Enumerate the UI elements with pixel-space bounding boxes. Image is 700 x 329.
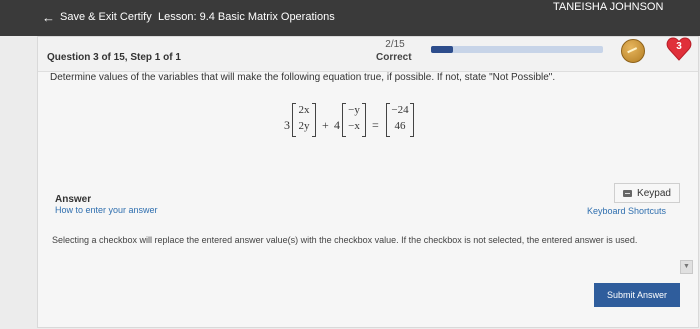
keypad-button[interactable]: Keypad bbox=[614, 183, 680, 203]
keyboard-shortcuts-link[interactable]: Keyboard Shortcuts bbox=[587, 206, 666, 216]
matrix-3-top: −24 bbox=[391, 104, 409, 116]
matrix-1-bottom: 2y bbox=[298, 120, 310, 132]
top-bar: ← Save & Exit Certify Lesson: 9.4 Basic … bbox=[0, 0, 700, 36]
matrix-3-bottom: 46 bbox=[394, 120, 406, 132]
matrix-equation: 3 2x 2y + 4 −y −x = −24 46 bbox=[272, 98, 472, 144]
progress-bar bbox=[431, 46, 603, 53]
how-to-enter-link[interactable]: How to enter your answer bbox=[55, 205, 158, 215]
heart-icon: 3 bbox=[666, 37, 692, 61]
question-title: Question 3 of 15, Step 1 of 1 bbox=[47, 52, 181, 63]
keypad-icon bbox=[623, 189, 633, 197]
progress-count: 2/15 bbox=[385, 39, 405, 50]
streak-count: 3 bbox=[676, 41, 682, 52]
lesson-title: Lesson: 9.4 Basic Matrix Operations bbox=[158, 11, 335, 23]
matrix-1: 2x 2y bbox=[292, 103, 316, 137]
checkbox-note: Selecting a checkbox will replace the en… bbox=[52, 235, 638, 245]
submit-answer-button[interactable]: Submit Answer bbox=[594, 283, 680, 307]
coin-icon[interactable] bbox=[621, 39, 645, 63]
scalar-1: 3 bbox=[284, 118, 290, 132]
matrix-2-top: −y bbox=[348, 104, 360, 116]
save-exit-button[interactable]: ← Save & Exit Certify bbox=[42, 9, 152, 25]
matrix-2-bottom: −x bbox=[348, 120, 360, 132]
progress-bar-fill bbox=[431, 46, 454, 53]
user-name[interactable]: TANEISHA JOHNSON bbox=[553, 1, 663, 13]
matrix-2: −y −x bbox=[342, 103, 366, 137]
save-exit-label: Save & Exit Certify bbox=[60, 11, 152, 23]
scroll-down-icon[interactable]: ▼ bbox=[680, 260, 693, 274]
progress-status: Correct bbox=[376, 52, 412, 63]
question-header: Question 3 of 15, Step 1 of 1 2/15 Corre… bbox=[38, 37, 698, 72]
back-arrow-icon: ← bbox=[42, 9, 55, 25]
question-prompt: Determine values of the variables that w… bbox=[50, 72, 556, 83]
matrix-1-top: 2x bbox=[298, 104, 310, 116]
answer-label: Answer bbox=[55, 194, 92, 205]
scalar-2: 4 bbox=[334, 118, 340, 132]
equals-sign: = bbox=[372, 118, 379, 132]
plus-sign: + bbox=[322, 118, 329, 132]
matrix-3: −24 46 bbox=[386, 103, 414, 137]
keypad-label: Keypad bbox=[637, 187, 671, 199]
